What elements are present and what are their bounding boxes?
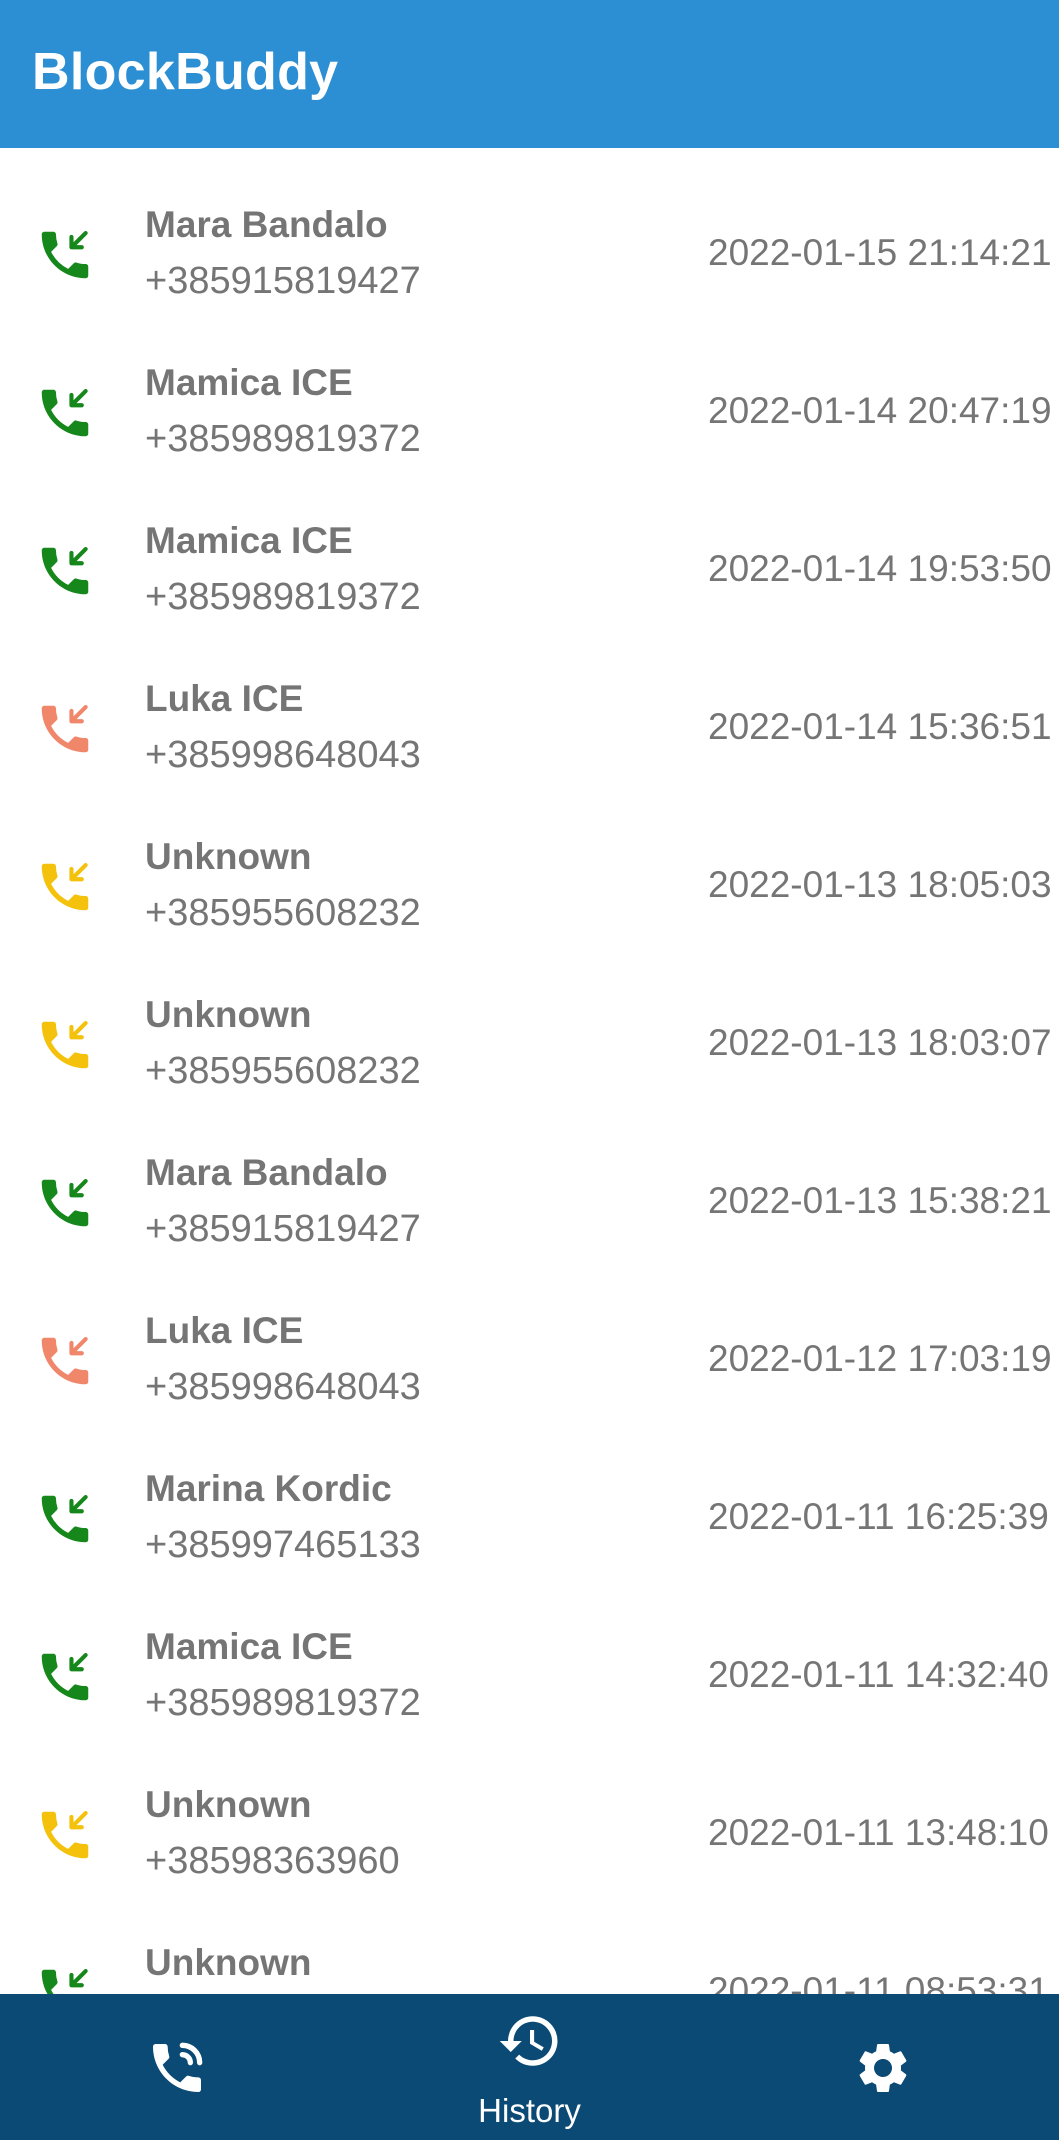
call-row[interactable]: Mamica ICE +385989819372 2022-01-14 19:53:… bbox=[0, 464, 1059, 622]
call-timestamp: 2022-01-15 21:14:21 bbox=[708, 232, 1052, 273]
caller-number: +385998648043 bbox=[145, 734, 421, 776]
call-row[interactable]: Unknown +385955608232 2022-01-13 18:03:07 bbox=[0, 938, 1059, 1096]
caller-name: Unknown bbox=[145, 836, 312, 877]
incoming-call-icon bbox=[34, 856, 96, 918]
incoming-call-icon bbox=[34, 1014, 96, 1076]
call-timestamp: 2022-01-14 20:47:19 bbox=[708, 390, 1052, 431]
caller-number: +385955608232 bbox=[145, 892, 421, 934]
caller-name: Luka ICE bbox=[145, 678, 304, 719]
nav-item-settings[interactable] bbox=[706, 1994, 1059, 2140]
call-timestamp: 2022-01-11 13:48:10 bbox=[708, 1812, 1049, 1853]
caller-name: Mara Bandalo bbox=[145, 204, 388, 245]
app-title: BlockBuddy bbox=[32, 43, 339, 101]
call-timestamp: 2022-01-11 08:53:31 bbox=[708, 1970, 1049, 1994]
call-row[interactable]: Marina Kordic +385997465133 2022-01-11 16:… bbox=[0, 1412, 1059, 1570]
caller-number: +385915819427 bbox=[145, 1208, 421, 1250]
incoming-call-icon bbox=[34, 1646, 96, 1708]
caller-number: +385915819427 bbox=[145, 260, 421, 302]
caller-name: Mamica ICE bbox=[145, 1626, 353, 1667]
call-row[interactable]: Mara Bandalo +385915819427 2022-01-15 21:1… bbox=[0, 148, 1059, 306]
call-timestamp: 2022-01-13 15:38:21 bbox=[708, 1180, 1052, 1221]
call-row[interactable]: Luka ICE +385998648043 2022-01-14 15:36:51 bbox=[0, 622, 1059, 780]
app-bar: BlockBuddy bbox=[0, 0, 1059, 148]
incoming-call-icon bbox=[34, 224, 96, 286]
caller-name: Mara Bandalo bbox=[145, 1152, 388, 1193]
call-row[interactable]: Luka ICE +385998648043 2022-01-12 17:03:19 bbox=[0, 1254, 1059, 1412]
call-timestamp: 2022-01-14 15:36:51 bbox=[708, 706, 1052, 747]
caller-name: Luka ICE bbox=[145, 1310, 304, 1351]
caller-number: +385955608232 bbox=[145, 1050, 421, 1092]
incoming-call-icon bbox=[34, 1330, 96, 1392]
call-row[interactable]: Unknown +385955608232 2022-01-13 18:05:03 bbox=[0, 780, 1059, 938]
incoming-call-icon bbox=[34, 1962, 96, 1994]
caller-number: +38598363960 bbox=[145, 1840, 400, 1882]
caller-number: +385989819372 bbox=[145, 1682, 421, 1724]
caller-name: Unknown bbox=[145, 1942, 312, 1983]
call-timestamp: 2022-01-13 18:03:07 bbox=[708, 1022, 1052, 1063]
call-timestamp: 2022-01-12 17:03:19 bbox=[708, 1338, 1052, 1379]
call-row[interactable]: Unknown 2022-01-11 08:53:31 bbox=[0, 1886, 1059, 1994]
call-row[interactable]: Unknown +38598363960 2022-01-11 13:48:10 bbox=[0, 1728, 1059, 1886]
caller-name: Mamica ICE bbox=[145, 520, 353, 561]
call-row[interactable]: Mamica ICE +385989819372 2022-01-14 20:47:… bbox=[0, 306, 1059, 464]
history-icon bbox=[497, 2008, 563, 2074]
call-timestamp: 2022-01-14 19:53:50 bbox=[708, 548, 1052, 589]
caller-name: Marina Kordic bbox=[145, 1468, 392, 1509]
caller-number: +385989819372 bbox=[145, 576, 421, 618]
caller-name: Unknown bbox=[145, 1784, 312, 1825]
incoming-call-icon bbox=[34, 698, 96, 760]
call-row[interactable]: Mamica ICE +385989819372 2022-01-11 14:32:… bbox=[0, 1570, 1059, 1728]
call-timestamp: 2022-01-13 18:05:03 bbox=[708, 864, 1052, 905]
incoming-call-icon bbox=[34, 1172, 96, 1234]
caller-name: Mamica ICE bbox=[145, 362, 353, 403]
incoming-call-icon bbox=[34, 382, 96, 444]
call-timestamp: 2022-01-11 16:25:39 bbox=[708, 1496, 1049, 1537]
caller-number: +385989819372 bbox=[145, 418, 421, 460]
nav-item-history[interactable]: History bbox=[353, 1994, 706, 2140]
caller-number: +385998648043 bbox=[145, 1366, 421, 1408]
bottom-navigation: History bbox=[0, 1994, 1059, 2140]
call-history-list[interactable]: Mara Bandalo +385915819427 2022-01-15 21:1… bbox=[0, 148, 1059, 1994]
caller-number: +385997465133 bbox=[145, 1524, 421, 1566]
incoming-call-icon bbox=[34, 1488, 96, 1550]
call-row[interactable]: Mara Bandalo +385915819427 2022-01-13 15:3… bbox=[0, 1096, 1059, 1254]
phone-call-icon bbox=[145, 2036, 209, 2100]
incoming-call-icon bbox=[34, 1804, 96, 1866]
caller-name: Unknown bbox=[145, 994, 312, 1035]
incoming-call-icon bbox=[34, 540, 96, 602]
nav-item-calls[interactable] bbox=[0, 1994, 353, 2140]
call-timestamp: 2022-01-11 14:32:40 bbox=[708, 1654, 1049, 1695]
settings-gear-icon bbox=[853, 2038, 913, 2098]
nav-label-history: History bbox=[478, 2092, 581, 2129]
